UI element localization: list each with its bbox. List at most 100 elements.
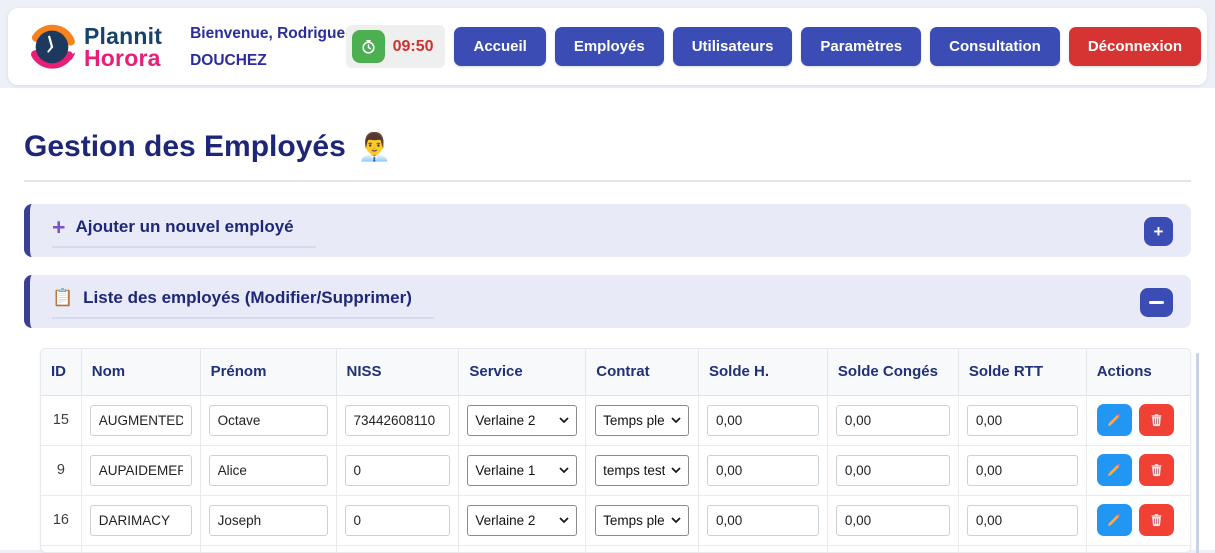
service-select[interactable]: Verlaine 1: [467, 455, 577, 486]
nav-accueil-button[interactable]: Accueil: [454, 27, 545, 66]
nav-parametres-button[interactable]: Paramètres: [801, 27, 921, 66]
nav-employes-button[interactable]: Employés: [555, 27, 664, 66]
chevron-down-icon: [559, 417, 569, 423]
employee-list-panel-header[interactable]: 📋 Liste des employés (Modifier/Supprimer…: [52, 288, 434, 319]
solde-h-input[interactable]: [707, 455, 819, 486]
niss-input[interactable]: [345, 405, 451, 436]
solde-rtt-input[interactable]: [967, 455, 1078, 486]
edit-button[interactable]: [1097, 454, 1132, 486]
delete-button[interactable]: [1139, 504, 1174, 536]
main-content: Gestion des Employés 👨‍💼 + Ajouter un no…: [0, 88, 1215, 550]
prenom-input[interactable]: [209, 405, 328, 436]
logo-text-line1: Plannit: [84, 25, 162, 47]
service-select[interactable]: Verlaine 2: [467, 405, 577, 436]
logo-text-line2: Horora: [84, 47, 162, 69]
edit-button[interactable]: [1097, 404, 1132, 436]
nom-input[interactable]: [90, 505, 192, 536]
nom-input[interactable]: [90, 455, 192, 486]
employee-list-panel-title: Liste des employés (Modifier/Supprimer): [83, 288, 412, 308]
table-scrollbar[interactable]: [1196, 353, 1199, 553]
add-employee-panel: + Ajouter un nouvel employé +: [24, 204, 1191, 257]
employee-table: IDNomPrénomNISSServiceContratSolde H.Sol…: [41, 349, 1190, 553]
chevron-down-icon: [559, 467, 569, 473]
clock-logo-icon: [24, 19, 80, 75]
minus-icon: [1149, 301, 1164, 304]
solde-conges-input[interactable]: [836, 405, 950, 436]
contrat-select[interactable]: Temps plein: [595, 405, 689, 436]
stopwatch-icon: [360, 38, 377, 55]
timer-chip: 09:50: [346, 25, 446, 68]
table-row: 15 Verlaine 2 Temps plein: [41, 395, 1190, 445]
welcome-message: Bienvenue, Rodrigue DOUCHEZ: [190, 20, 345, 74]
column-header: Solde Congés: [827, 349, 958, 395]
prenom-input[interactable]: [209, 455, 328, 486]
solde-h-input[interactable]: [707, 405, 819, 436]
delete-button[interactable]: [1139, 454, 1174, 486]
column-header: Service: [459, 349, 586, 395]
solde-rtt-input[interactable]: [967, 505, 1078, 536]
welcome-line1: Bienvenue, Rodrigue: [190, 20, 345, 47]
niss-input[interactable]: [345, 455, 451, 486]
page-title-text: Gestion des Employés: [24, 130, 346, 164]
app-header: Plannit Horora Bienvenue, Rodrigue DOUCH…: [8, 8, 1207, 85]
row-actions: [1095, 504, 1182, 536]
trash-icon: [1149, 462, 1164, 478]
add-employee-panel-title: Ajouter un nouvel employé: [75, 217, 293, 237]
table-row: 16 Verlaine 2 Temps plein: [41, 495, 1190, 545]
collapse-panel-button[interactable]: [1140, 288, 1173, 317]
pencil-icon: [1106, 462, 1122, 478]
column-header: Solde H.: [699, 349, 828, 395]
app-logo[interactable]: Plannit Horora: [24, 19, 162, 75]
chevron-down-icon: [559, 517, 569, 523]
plus-icon: +: [52, 218, 65, 236]
chevron-down-icon: [671, 417, 681, 423]
edit-button[interactable]: [1097, 504, 1132, 536]
solde-h-input[interactable]: [707, 505, 819, 536]
solde-conges-input[interactable]: [836, 505, 950, 536]
office-worker-emoji: 👨‍💼: [358, 131, 392, 163]
pencil-icon: [1106, 512, 1122, 528]
nom-input[interactable]: [90, 405, 192, 436]
add-employee-panel-header[interactable]: + Ajouter un nouvel employé: [52, 217, 316, 248]
chevron-down-icon: [671, 517, 681, 523]
employee-id: 9: [57, 462, 65, 478]
pencil-icon: [1106, 412, 1122, 428]
clock-in-button[interactable]: [352, 30, 385, 63]
title-divider: [24, 180, 1191, 182]
employee-list-panel: 📋 Liste des employés (Modifier/Supprimer…: [24, 275, 1191, 328]
column-header: Actions: [1086, 349, 1190, 395]
column-header: NISS: [336, 349, 459, 395]
contrat-select[interactable]: temps test: [595, 455, 689, 486]
contrat-select[interactable]: Temps plein: [595, 505, 689, 536]
trash-icon: [1149, 412, 1164, 428]
table-row: 9 Verlaine 1 temps test: [41, 445, 1190, 495]
row-actions: [1095, 404, 1182, 436]
employee-table-card: IDNomPrénomNISSServiceContratSolde H.Sol…: [40, 348, 1191, 553]
employee-id: 16: [53, 512, 69, 528]
nav-deconnexion-button[interactable]: Déconnexion: [1069, 27, 1201, 66]
column-header: Nom: [81, 349, 200, 395]
expand-panel-button[interactable]: +: [1144, 217, 1173, 246]
page-title: Gestion des Employés 👨‍💼: [24, 130, 1191, 164]
nav-utilisateurs-button[interactable]: Utilisateurs: [673, 27, 793, 66]
column-header: Prénom: [200, 349, 336, 395]
table-header-row: IDNomPrénomNISSServiceContratSolde H.Sol…: [41, 349, 1190, 395]
prenom-input[interactable]: [209, 505, 328, 536]
delete-button[interactable]: [1139, 404, 1174, 436]
service-select[interactable]: Verlaine 2: [467, 505, 577, 536]
niss-input[interactable]: [345, 505, 451, 536]
chevron-down-icon: [671, 467, 681, 473]
clipboard-icon: 📋: [52, 289, 73, 307]
row-actions: [1095, 454, 1182, 486]
solde-rtt-input[interactable]: [967, 405, 1078, 436]
table-body: 15 Verlaine 2 Temps plein: [41, 395, 1190, 553]
welcome-line2: DOUCHEZ: [190, 47, 345, 74]
solde-conges-input[interactable]: [836, 455, 950, 486]
table-row: [41, 545, 1190, 553]
column-header: Contrat: [586, 349, 699, 395]
trash-icon: [1149, 512, 1164, 528]
nav-consultation-button[interactable]: Consultation: [930, 27, 1060, 66]
timer-value: 09:50: [393, 38, 440, 56]
column-header: ID: [41, 349, 81, 395]
column-header: Solde RTT: [958, 349, 1086, 395]
